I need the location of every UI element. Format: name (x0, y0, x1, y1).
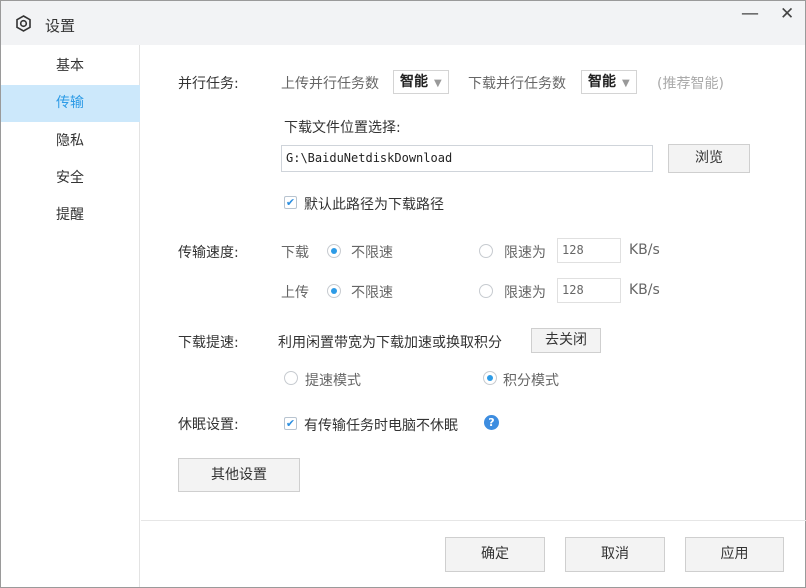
boost-label: 下载提速: (178, 335, 239, 351)
other-settings-button[interactable]: 其他设置 (178, 458, 300, 492)
help-icon[interactable]: ? (484, 415, 499, 430)
chevron-down-icon: ▼ (434, 78, 442, 89)
cancel-button[interactable]: 取消 (565, 537, 665, 572)
upload-parallel-select[interactable]: 智能 ▼ (393, 70, 449, 94)
download-path-input[interactable]: G:\BaiduNetdiskDownload (281, 145, 653, 172)
no-sleep-label: 有传输任务时电脑不休眠 (304, 418, 458, 434)
settings-window: 设置 — ✕ 基本 传输 隐私 安全 提醒 并行任务: 上传并行任务数 智能 ▼ … (0, 0, 806, 588)
upload-unit: KB/s (629, 282, 660, 298)
download-limit-label: 限速为 (504, 245, 546, 261)
window-title: 设置 (45, 17, 76, 35)
upload-limit-input[interactable]: 128 (557, 278, 621, 303)
default-path-checkbox[interactable]: ✔ (284, 196, 297, 209)
ok-button[interactable]: 确定 (445, 537, 545, 572)
upload-unlimited-radio[interactable] (327, 284, 341, 298)
default-path-label: 默认此路径为下载路径 (304, 197, 444, 213)
sidebar-item-security[interactable]: 安全 (1, 160, 140, 197)
gear-icon (16, 15, 31, 32)
title-bar: 设置 — ✕ (1, 1, 805, 45)
sidebar-item-reminder[interactable]: 提醒 (1, 197, 140, 234)
upload-limit-label: 限速为 (504, 285, 546, 301)
points-mode-label: 积分模式 (503, 373, 559, 389)
download-limit-input[interactable]: 128 (557, 238, 621, 263)
sidebar-item-transfer[interactable]: 传输 (1, 85, 140, 122)
sidebar-item-privacy[interactable]: 隐私 (1, 123, 140, 160)
apply-button[interactable]: 应用 (685, 537, 784, 572)
upload-limit-radio[interactable] (479, 284, 493, 298)
sidebar-item-basic[interactable]: 基本 (1, 48, 140, 85)
speed-mode-label: 提速模式 (305, 373, 361, 389)
upload-unlimited-label: 不限速 (351, 285, 393, 301)
location-label: 下载文件位置选择: (284, 120, 401, 136)
select-value: 智能 (400, 74, 428, 90)
download-unlimited-label: 不限速 (351, 245, 393, 261)
download-limit-radio[interactable] (479, 244, 493, 258)
no-sleep-checkbox[interactable]: ✔ (284, 417, 297, 430)
speed-mode-radio[interactable] (284, 371, 298, 385)
speed-label: 传输速度: (178, 245, 239, 261)
footer-divider (141, 520, 806, 521)
minimize-button[interactable]: — (741, 3, 759, 24)
go-close-button[interactable]: 去关闭 (531, 328, 601, 353)
boost-description: 利用闲置带宽为下载加速或换取积分 (278, 335, 502, 351)
sleep-label: 休眠设置: (178, 417, 239, 433)
upload-parallel-label: 上传并行任务数 (281, 76, 379, 92)
browse-button[interactable]: 浏览 (668, 144, 750, 173)
close-button[interactable]: ✕ (780, 4, 794, 24)
download-unlimited-radio[interactable] (327, 244, 341, 258)
download-unit: KB/s (629, 242, 660, 258)
upload-speed-label: 上传 (281, 285, 309, 301)
download-speed-label: 下载 (281, 245, 309, 261)
select-value: 智能 (588, 74, 616, 90)
download-parallel-label: 下载并行任务数 (468, 76, 566, 92)
chevron-down-icon: ▼ (622, 78, 630, 89)
download-parallel-select[interactable]: 智能 ▼ (581, 70, 637, 94)
points-mode-radio[interactable] (483, 371, 497, 385)
parallel-label: 并行任务: (178, 76, 239, 92)
recommend-hint: (推荐智能) (657, 76, 724, 92)
sidebar: 基本 传输 隐私 安全 提醒 (1, 45, 140, 587)
